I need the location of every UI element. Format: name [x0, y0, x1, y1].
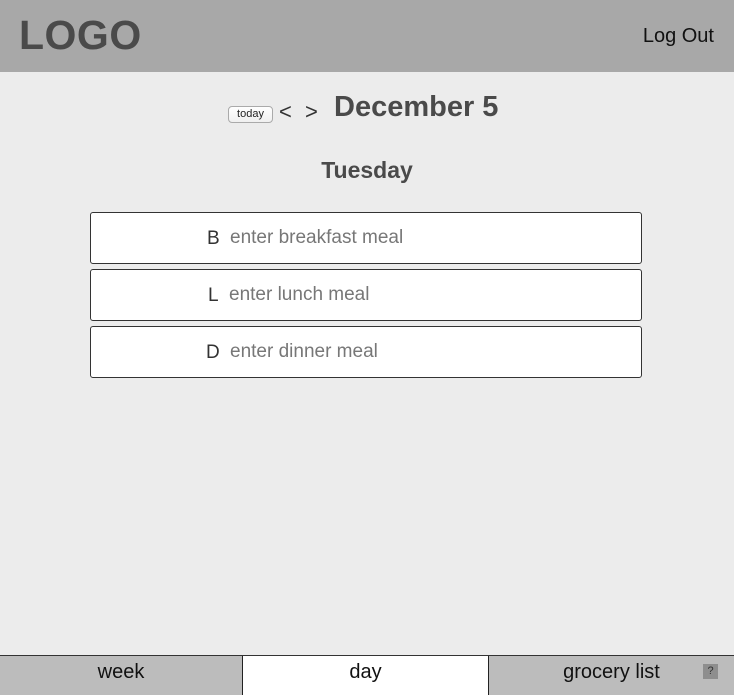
dinner-input[interactable]	[230, 341, 530, 363]
tab-grocery-list-label: grocery list	[563, 661, 660, 683]
bottom-tab-bar: week day grocery list ?	[0, 655, 734, 695]
help-icon[interactable]: ?	[703, 664, 718, 679]
next-day-icon[interactable]: >	[305, 99, 318, 125]
tab-week-label: week	[97, 661, 145, 683]
date-navigation: today < > December 5	[0, 90, 734, 130]
lunch-row[interactable]: L	[90, 269, 642, 321]
tab-week[interactable]: week	[0, 656, 243, 695]
header-bar: LOGO Log Out	[0, 0, 734, 72]
tab-grocery-list[interactable]: grocery list ?	[489, 656, 734, 695]
lunch-letter: L	[208, 285, 219, 306]
previous-day-icon[interactable]: <	[279, 99, 292, 125]
weekday-heading: Tuesday	[321, 157, 413, 183]
breakfast-input[interactable]	[230, 227, 530, 249]
dinner-letter: D	[206, 342, 220, 363]
logo: LOGO	[19, 12, 142, 58]
breakfast-letter: B	[207, 228, 220, 249]
logout-link[interactable]: Log Out	[643, 25, 714, 48]
tab-day-label: day	[349, 661, 382, 683]
breakfast-row[interactable]: B	[90, 212, 642, 264]
date-title: December 5	[334, 91, 499, 123]
lunch-input[interactable]	[229, 284, 529, 306]
tab-day[interactable]: day	[243, 656, 489, 695]
dinner-row[interactable]: D	[90, 326, 642, 378]
today-button[interactable]: today	[228, 106, 273, 123]
